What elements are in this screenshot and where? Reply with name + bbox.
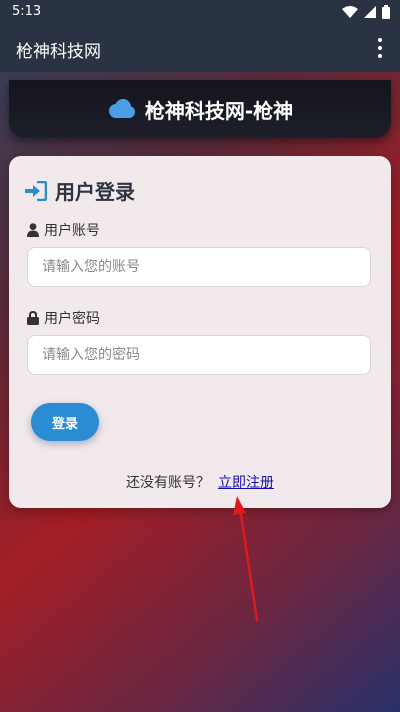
battery-icon <box>382 5 390 19</box>
more-vert-icon[interactable] <box>372 38 388 58</box>
wifi-icon <box>342 6 358 18</box>
annotation-arrow <box>233 496 259 622</box>
status-time: 5:13 <box>12 4 42 19</box>
status-bar: 5:13 <box>0 0 400 24</box>
page-content: 枪神科技网-枪神 用户登录 用户账号 用户密码 登录 <box>0 72 400 712</box>
status-icons <box>342 4 390 20</box>
signal-icon <box>364 6 376 18</box>
app-title: 枪神科技网 <box>16 42 101 62</box>
app-bar: 枪神科技网 <box>0 24 400 72</box>
